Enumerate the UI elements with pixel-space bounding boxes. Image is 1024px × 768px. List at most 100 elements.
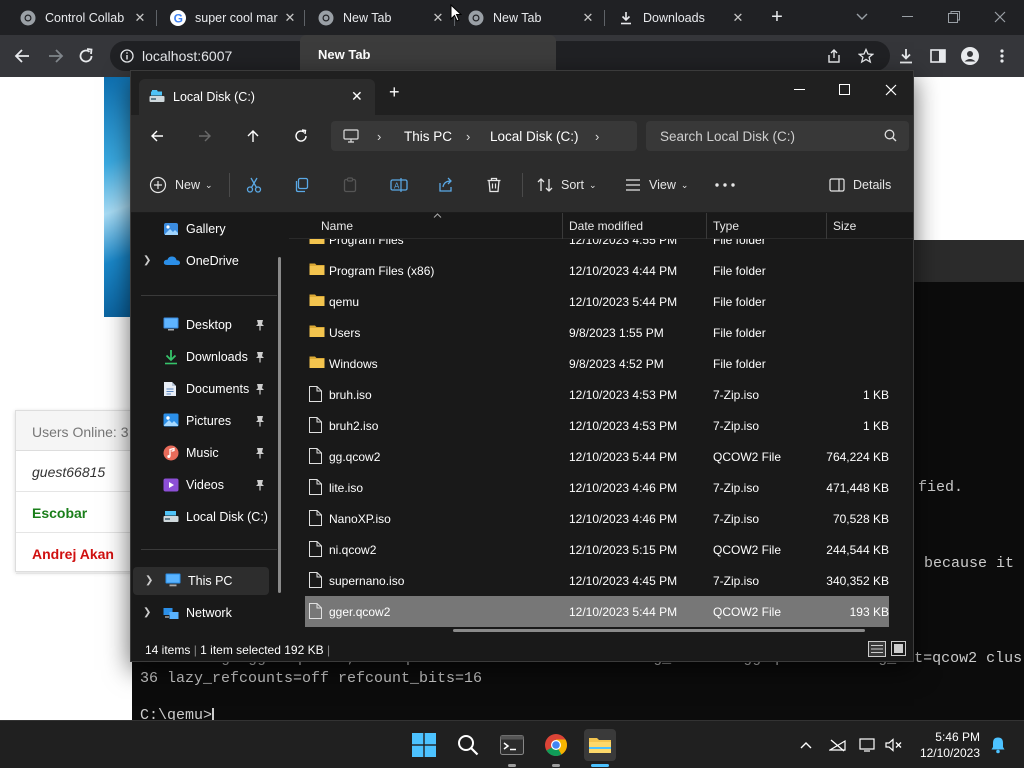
- tab-close-icon[interactable]: ✕: [282, 10, 298, 26]
- nav-refresh-icon[interactable]: [287, 124, 315, 148]
- browser-tab[interactable]: New Tab ✕: [308, 2, 450, 33]
- tab-close-icon[interactable]: ✕: [730, 10, 746, 26]
- downloads-toolbar-icon[interactable]: [892, 42, 920, 70]
- sidebar-item-network[interactable]: ❯ Network: [131, 599, 281, 627]
- tray-chevron-up-icon[interactable]: [790, 729, 822, 761]
- sidebar-item-downloads[interactable]: Downloads: [131, 343, 281, 371]
- volume-muted-icon[interactable]: [878, 729, 910, 761]
- nav-forward-icon[interactable]: [191, 124, 219, 148]
- bookmark-star-icon[interactable]: [858, 48, 874, 64]
- sidebar-item-documents[interactable]: Documents: [131, 375, 281, 403]
- file-row[interactable]: bruh.iso 12/10/2023 4:53 PM 7-Zip.iso 1 KB: [305, 379, 889, 410]
- explorer-tab[interactable]: Local Disk (C:) ✕: [139, 79, 375, 115]
- thumbnail-view-icon[interactable]: [891, 641, 907, 657]
- explorer-address-bar[interactable]: › This PC › Local Disk (C:) ›: [331, 121, 637, 151]
- copy-button[interactable]: [294, 173, 318, 197]
- details-pane-button[interactable]: Details: [829, 173, 891, 197]
- file-row[interactable]: NanoXP.iso 12/10/2023 4:46 PM 7-Zip.iso 70,…: [305, 503, 889, 534]
- sidebar-item-local-disk-c[interactable]: Local Disk (C:): [131, 503, 281, 531]
- column-type-header[interactable]: Type: [713, 219, 739, 233]
- forward-arrow-icon[interactable]: [42, 42, 70, 70]
- browser-restore-button[interactable]: [940, 3, 968, 31]
- cut-button[interactable]: [246, 173, 270, 197]
- sidebar-item-music[interactable]: Music: [131, 439, 281, 467]
- terminal-app-icon[interactable]: [496, 729, 528, 761]
- column-separator[interactable]: [706, 213, 707, 239]
- file-row[interactable]: ni.qcow2 12/10/2023 5:15 PM QCOW2 File 244,…: [305, 534, 889, 565]
- chevron-right-icon[interactable]: ❯: [143, 607, 151, 618]
- sidebar-scrollbar[interactable]: [278, 257, 281, 593]
- column-name-header[interactable]: Name: [321, 219, 353, 233]
- file-row[interactable]: Program Files 12/10/2023 4:55 PM File fold…: [305, 239, 889, 255]
- sidebar-item-this-pc[interactable]: ❯ This PC: [133, 567, 269, 595]
- file-row[interactable]: Users 9/8/2023 1:55 PM File folder: [305, 317, 889, 348]
- search-icon[interactable]: [884, 129, 897, 142]
- share-icon[interactable]: [826, 48, 842, 64]
- profile-avatar-icon[interactable]: [956, 42, 984, 70]
- column-date-header[interactable]: Date modified: [569, 219, 643, 233]
- nav-back-icon[interactable]: [143, 124, 171, 148]
- tab-close-icon[interactable]: ✕: [132, 10, 148, 26]
- user-list-item[interactable]: Andrej Akan: [16, 533, 136, 574]
- nav-up-icon[interactable]: [239, 124, 267, 148]
- site-info-icon[interactable]: [120, 49, 134, 63]
- share-button[interactable]: [438, 173, 462, 197]
- sidebar-item-gallery[interactable]: Gallery: [131, 215, 281, 243]
- column-size-header[interactable]: Size: [833, 219, 856, 233]
- breadcrumb-chevron-icon[interactable]: ›: [377, 129, 381, 144]
- explorer-new-tab-button[interactable]: +: [389, 83, 400, 101]
- chevron-right-icon[interactable]: ❯: [145, 575, 153, 586]
- file-row[interactable]: bruh2.iso 12/10/2023 4:53 PM 7-Zip.iso 1 KB: [305, 410, 889, 441]
- reload-icon[interactable]: [72, 42, 100, 70]
- new-tab-button[interactable]: +: [763, 3, 791, 31]
- horizontal-scrollbar[interactable]: [453, 629, 865, 632]
- user-list-item[interactable]: Escobar: [16, 492, 136, 533]
- tab-close-icon[interactable]: ✕: [580, 10, 596, 26]
- new-button[interactable]: New ⌄: [149, 173, 213, 197]
- column-separator[interactable]: [826, 213, 827, 239]
- sidebar-item-onedrive[interactable]: ❯ OneDrive: [131, 247, 281, 275]
- search-icon[interactable]: [452, 729, 484, 761]
- file-row[interactable]: supernano.iso 12/10/2023 4:45 PM 7-Zip.iso…: [305, 565, 889, 596]
- file-row[interactable]: lite.iso 12/10/2023 4:46 PM 7-Zip.iso 471,4…: [305, 472, 889, 503]
- file-row[interactable]: Windows 9/8/2023 4:52 PM File folder: [305, 348, 889, 379]
- chevron-right-icon[interactable]: ❯: [143, 255, 151, 266]
- explorer-maximize-button[interactable]: [822, 75, 868, 105]
- sidebar-item-pictures[interactable]: Pictures: [131, 407, 281, 435]
- column-separator[interactable]: [562, 213, 563, 239]
- taskbar-clock[interactable]: 5:46 PM 12/10/2023: [920, 729, 980, 761]
- side-panel-icon[interactable]: [924, 42, 952, 70]
- sidebar-item-videos[interactable]: Videos: [131, 471, 281, 499]
- sort-button[interactable]: Sort ⌄: [537, 173, 596, 197]
- file-explorer-app-icon[interactable]: [584, 729, 616, 761]
- file-row[interactable]: gg.qcow2 12/10/2023 5:44 PM QCOW2 File 764,…: [305, 441, 889, 472]
- breadcrumb-chevron-icon[interactable]: ›: [595, 129, 599, 144]
- explorer-close-button[interactable]: [868, 75, 914, 105]
- notification-bell-icon[interactable]: [982, 729, 1014, 761]
- explorer-minimize-button[interactable]: [777, 75, 823, 105]
- tab-close-icon[interactable]: ✕: [351, 88, 363, 105]
- browser-tab[interactable]: Control Collab ✕: [10, 2, 152, 33]
- breadcrumb-chevron-icon[interactable]: ›: [466, 129, 470, 144]
- start-windows-icon[interactable]: [408, 729, 440, 761]
- paste-button[interactable]: [342, 173, 366, 197]
- delete-button[interactable]: [486, 173, 510, 197]
- browser-close-button[interactable]: [986, 3, 1014, 31]
- details-view-icon[interactable]: [868, 641, 886, 657]
- sidebar-item-desktop[interactable]: Desktop: [131, 311, 281, 339]
- user-list-item[interactable]: guest66815: [16, 451, 136, 492]
- explorer-search-input[interactable]: Search Local Disk (C:): [646, 121, 909, 151]
- file-row[interactable]: Program Files (x86) 12/10/2023 4:44 PM Fil…: [305, 255, 889, 286]
- tab-search-icon[interactable]: [848, 3, 876, 31]
- back-arrow-icon[interactable]: [8, 42, 36, 70]
- kebab-menu-icon[interactable]: [988, 42, 1016, 70]
- network-disconnected-icon[interactable]: [822, 729, 854, 761]
- chrome-app-icon[interactable]: [540, 729, 572, 761]
- more-options-button[interactable]: [715, 173, 743, 197]
- file-row[interactable]: gger.qcow2 12/10/2023 5:44 PM QCOW2 File 19…: [305, 596, 889, 627]
- file-row[interactable]: qemu 12/10/2023 5:44 PM File folder: [305, 286, 889, 317]
- browser-tab[interactable]: Downloads ✕: [608, 2, 750, 33]
- browser-minimize-button[interactable]: [894, 3, 922, 31]
- browser-tab[interactable]: Gsuper cool mar ✕: [160, 2, 302, 33]
- breadcrumb-this-pc[interactable]: This PC: [404, 129, 452, 144]
